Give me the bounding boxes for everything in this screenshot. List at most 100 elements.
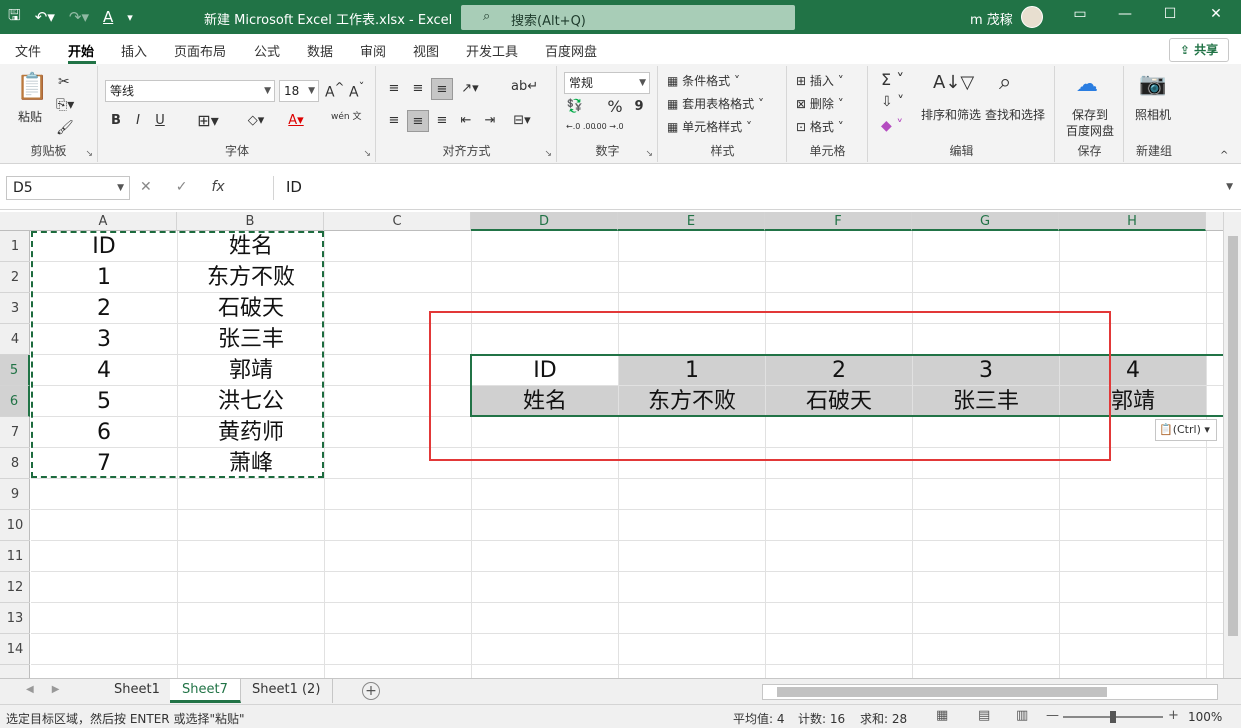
align-left-icon[interactable]: ≡ — [383, 110, 405, 132]
row-header-11[interactable]: 11 — [0, 541, 30, 572]
find-select-button[interactable]: 查找和选择 — [985, 106, 1045, 123]
tab-view[interactable]: 视图 — [413, 41, 439, 60]
copy-icon[interactable]: ⎘▾ — [56, 97, 74, 113]
sheet-tab-sheet7[interactable]: Sheet7 — [170, 679, 241, 703]
cell-styles-button[interactable]: ▦ 单元格样式 ˅ — [667, 118, 752, 135]
cancel-icon[interactable]: ✕ — [140, 179, 152, 195]
tab-baidu-netdisk[interactable]: 百度网盘 — [545, 41, 597, 60]
percent-button[interactable]: % — [604, 96, 626, 118]
wrap-text-icon[interactable]: ab↵ — [511, 76, 538, 98]
align-right-icon[interactable]: ≡ — [431, 110, 453, 132]
vertical-scrollbar[interactable] — [1223, 212, 1241, 678]
page-break-view-icon[interactable]: ▥ — [1016, 708, 1028, 723]
currency-icon[interactable]: 💱 — [564, 96, 586, 118]
zoom-in-icon[interactable]: + — [1168, 708, 1179, 723]
font-name-select[interactable]: 等线 ▼ — [105, 80, 275, 102]
row-header-1[interactable]: 1 — [0, 231, 30, 262]
cell-area[interactable]: ID 姓名 1 东方不败 2 石破天 3 张三丰 4 郭靖 5 洪七公 6 黄药师 7 萧峰 ID 1 2 3 4 姓名东… — [31, 231, 1241, 678]
minimize-icon[interactable]: — — [1115, 6, 1135, 22]
sheet-tab-sheet1[interactable]: Sheet1 — [102, 679, 173, 703]
camera-icon[interactable]: 📷 — [1139, 72, 1166, 97]
formula-input[interactable]: ID ▼ — [273, 176, 1235, 200]
increase-indent-icon[interactable]: ⇥ — [479, 110, 501, 132]
tab-file[interactable]: 文件 — [15, 41, 41, 60]
share-button[interactable]: ⇪ 共享 — [1169, 38, 1229, 62]
row-header-2[interactable]: 2 — [0, 262, 30, 293]
format-painter-icon[interactable]: 🖌 — [56, 120, 74, 136]
border-icon[interactable]: ⊞▾ — [197, 110, 219, 132]
column-header-b[interactable]: B — [177, 212, 324, 231]
italic-button[interactable]: I — [127, 110, 149, 132]
font-size-select[interactable]: 18 ▼ — [279, 80, 319, 102]
shrink-font-icon[interactable]: Aˇ — [349, 80, 364, 101]
number-format-select[interactable]: 常规 ▼ — [564, 72, 650, 94]
grow-font-icon[interactable]: A^ — [325, 80, 344, 101]
row-header-5[interactable]: 5 — [0, 355, 30, 386]
avatar[interactable] — [1021, 6, 1043, 28]
format-button[interactable]: ⊡ 格式 ˅ — [796, 118, 844, 135]
customize-qat-icon[interactable]: ▾ — [127, 11, 133, 24]
redo-icon[interactable]: ↷▾ — [69, 8, 89, 26]
tab-home[interactable]: 开始 — [68, 41, 94, 60]
row-header-13[interactable]: 13 — [0, 603, 30, 634]
column-header-d[interactable]: D — [471, 212, 618, 231]
add-sheet-icon[interactable]: + — [362, 682, 380, 700]
column-header-c[interactable]: C — [324, 212, 471, 231]
align-center-icon[interactable]: ≡ — [407, 110, 429, 132]
save-icon[interactable]: 🖫 — [8, 5, 21, 30]
phonetic-icon[interactable]: wén 文 — [331, 112, 361, 122]
font-launcher-icon[interactable]: ↘ — [363, 149, 371, 159]
row-header-10[interactable]: 10 — [0, 510, 30, 541]
zoom-out-icon[interactable]: — — [1046, 708, 1059, 723]
row-header-6[interactable]: 6 — [0, 386, 30, 417]
camera-button[interactable]: 照相机 — [1135, 106, 1171, 123]
tab-developer[interactable]: 开发工具 — [466, 41, 518, 60]
row-header-9[interactable]: 9 — [0, 479, 30, 510]
sheet-nav-arrows[interactable]: ◀▶ — [26, 684, 77, 695]
normal-view-icon[interactable]: ▦ — [936, 708, 948, 723]
name-box[interactable]: D5 ▼ — [6, 176, 130, 200]
orientation-icon[interactable]: ↗▾ — [459, 78, 481, 100]
row-header-14[interactable]: 14 — [0, 634, 30, 665]
save-to-netdisk-line2[interactable]: 百度网盘 — [1066, 122, 1114, 139]
find-select-icon[interactable]: ⌕ — [999, 70, 1011, 95]
align-bottom-icon[interactable]: ≡ — [431, 78, 453, 100]
vertical-scroll-thumb[interactable] — [1228, 236, 1238, 636]
delete-button[interactable]: ⊠ 删除 ˅ — [796, 95, 844, 112]
sort-filter-icon[interactable]: A↓▽ — [933, 72, 974, 93]
bold-button[interactable]: B — [105, 110, 127, 132]
column-header-h[interactable]: H — [1059, 212, 1206, 231]
format-as-table-button[interactable]: ▦ 套用表格格式 ˅ — [667, 95, 764, 112]
row-header-7[interactable]: 7 — [0, 417, 30, 448]
conditional-format-button[interactable]: ▦ 条件格式 ˅ — [667, 72, 740, 89]
font-color-qat-icon[interactable]: A — [103, 8, 113, 26]
worksheet-grid[interactable]: ABCDEFGH 1 2 3 4 5 6 7 8 9 10 11 12 13 14 ID 姓名 1 东方不败 2 石… — [0, 212, 1241, 678]
tab-data[interactable]: 数据 — [307, 41, 333, 60]
insert-function-icon[interactable]: fx — [211, 179, 224, 195]
zoom-slider-knob[interactable] — [1110, 711, 1116, 723]
baidu-netdisk-icon[interactable]: ☁ — [1076, 72, 1098, 97]
undo-icon[interactable]: ↶▾ — [35, 8, 55, 26]
align-top-icon[interactable]: ≡ — [383, 78, 405, 100]
merge-center-icon[interactable]: ⊟▾ — [511, 110, 533, 132]
tab-page-layout[interactable]: 页面布局 — [174, 41, 226, 60]
save-to-netdisk-line1[interactable]: 保存到 — [1072, 106, 1108, 123]
align-middle-icon[interactable]: ≡ — [407, 78, 429, 100]
underline-button[interactable]: U — [149, 110, 171, 132]
sort-filter-button[interactable]: 排序和筛选 — [921, 106, 981, 123]
clipboard-launcher-icon[interactable]: ↘ — [85, 149, 93, 159]
fill-color-icon[interactable]: ◇▾ — [245, 110, 267, 132]
paste-icon[interactable]: 📋 — [16, 72, 48, 102]
collapse-ribbon-icon[interactable]: ^ — [1220, 150, 1228, 161]
decrease-decimal-button[interactable]: .00 →.0 — [594, 122, 624, 131]
tab-formulas[interactable]: 公式 — [254, 41, 280, 60]
close-icon[interactable]: ✕ — [1206, 6, 1226, 22]
maximize-icon[interactable]: ☐ — [1160, 6, 1180, 22]
paste-button[interactable]: 粘贴 — [18, 108, 42, 125]
insert-button[interactable]: ⊞ 插入 ˅ — [796, 72, 844, 89]
column-header-g[interactable]: G — [912, 212, 1059, 231]
row-header-12[interactable]: 12 — [0, 572, 30, 603]
sheet-tab-sheet1-2[interactable]: Sheet1 (2) — [240, 679, 334, 703]
column-header-a[interactable]: A — [30, 212, 177, 231]
paste-options-button[interactable]: 📋(Ctrl) ▾ — [1155, 419, 1217, 441]
